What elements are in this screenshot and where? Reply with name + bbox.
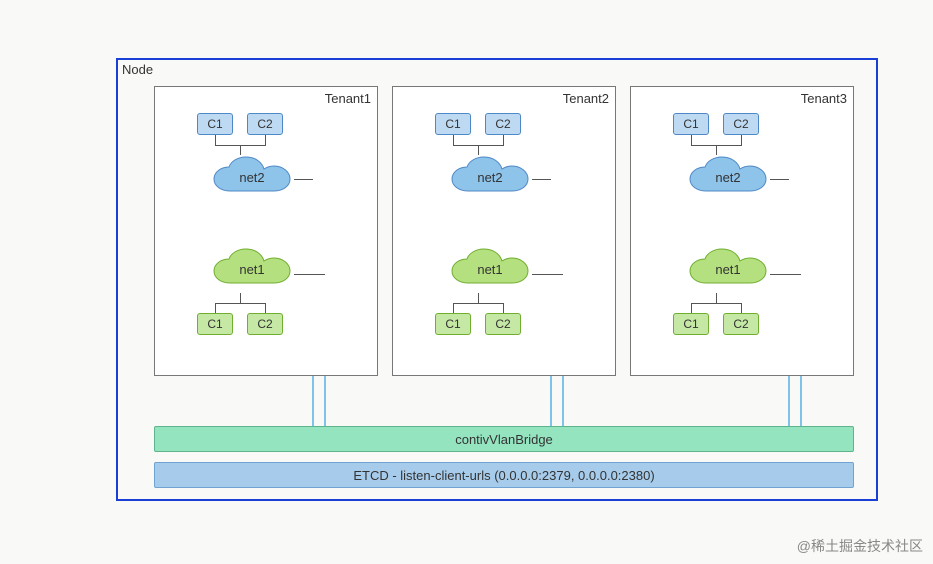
connector bbox=[770, 274, 801, 275]
etcd-label: ETCD - listen-client-urls (0.0.0.0:2379,… bbox=[353, 468, 654, 483]
connector bbox=[770, 179, 789, 180]
cloud-icon: net1 bbox=[448, 247, 532, 293]
connector bbox=[453, 303, 504, 304]
net-label: net2 bbox=[239, 170, 264, 185]
cloud-icon: net1 bbox=[686, 247, 770, 293]
connector bbox=[478, 145, 479, 155]
container-label: C1 bbox=[445, 317, 460, 331]
container-box: C1 bbox=[435, 113, 471, 135]
connector bbox=[741, 303, 742, 313]
tenants-row: Tenant1 C1 C2 net2 net1 C1 C2 bbox=[154, 86, 854, 376]
tenant-box-1: Tenant1 C1 C2 net2 net1 C1 C2 bbox=[154, 86, 378, 376]
container-box: C1 bbox=[435, 313, 471, 335]
connector bbox=[503, 303, 504, 313]
cloud-icon: net2 bbox=[448, 155, 532, 201]
container-box: C2 bbox=[723, 313, 759, 335]
connector bbox=[215, 303, 266, 304]
connector bbox=[294, 274, 325, 275]
connector bbox=[691, 303, 742, 304]
connector bbox=[532, 179, 551, 180]
connector bbox=[265, 135, 266, 145]
net-label: net1 bbox=[715, 262, 740, 277]
connector bbox=[453, 135, 454, 145]
connector bbox=[716, 293, 717, 303]
connector bbox=[503, 135, 504, 145]
connector bbox=[453, 303, 454, 313]
connector bbox=[265, 303, 266, 313]
net-label: net1 bbox=[477, 262, 502, 277]
etcd-bar: ETCD - listen-client-urls (0.0.0.0:2379,… bbox=[154, 462, 854, 488]
connector bbox=[240, 145, 241, 155]
tenant-label: Tenant1 bbox=[325, 91, 371, 106]
tenant-box-2: Tenant2 C1 C2 net2 net1 C1 C2 bbox=[392, 86, 616, 376]
node-label: Node bbox=[122, 62, 153, 77]
net-label: net1 bbox=[239, 262, 264, 277]
container-box: C2 bbox=[247, 313, 283, 335]
connector bbox=[240, 293, 241, 303]
connector bbox=[741, 135, 742, 145]
container-box: C2 bbox=[723, 113, 759, 135]
container-label: C1 bbox=[683, 317, 698, 331]
cloud-icon: net2 bbox=[686, 155, 770, 201]
container-box: C2 bbox=[485, 313, 521, 335]
net-label: net2 bbox=[477, 170, 502, 185]
net-label: net2 bbox=[715, 170, 740, 185]
connector bbox=[691, 303, 692, 313]
contiv-vlan-bridge-bar: contivVlanBridge bbox=[154, 426, 854, 452]
container-label: C1 bbox=[445, 117, 460, 131]
container-box: C1 bbox=[197, 113, 233, 135]
container-box: C1 bbox=[197, 313, 233, 335]
container-label: C2 bbox=[257, 317, 272, 331]
container-box: C2 bbox=[247, 113, 283, 135]
container-label: C1 bbox=[207, 317, 222, 331]
container-box: C1 bbox=[673, 113, 709, 135]
container-label: C2 bbox=[495, 117, 510, 131]
cloud-icon: net2 bbox=[210, 155, 294, 201]
connector bbox=[215, 135, 216, 145]
connector bbox=[716, 145, 717, 155]
connector bbox=[532, 274, 563, 275]
container-label: C1 bbox=[207, 117, 222, 131]
diagram-canvas: Node Tenant1 C1 C2 net2 net1 bbox=[116, 58, 878, 501]
tenant-label: Tenant2 bbox=[563, 91, 609, 106]
container-label: C2 bbox=[733, 317, 748, 331]
tenant-box-3: Tenant3 C1 C2 net2 net1 C1 C2 bbox=[630, 86, 854, 376]
container-label: C2 bbox=[257, 117, 272, 131]
connector bbox=[215, 303, 216, 313]
container-box: C2 bbox=[485, 113, 521, 135]
bridge-label: contivVlanBridge bbox=[455, 432, 553, 447]
container-label: C1 bbox=[683, 117, 698, 131]
connector bbox=[478, 293, 479, 303]
tenant-label: Tenant3 bbox=[801, 91, 847, 106]
watermark-text: @稀土掘金技术社区 bbox=[797, 536, 923, 556]
cloud-icon: net1 bbox=[210, 247, 294, 293]
container-label: C2 bbox=[495, 317, 510, 331]
container-label: C2 bbox=[733, 117, 748, 131]
container-box: C1 bbox=[673, 313, 709, 335]
connector bbox=[294, 179, 313, 180]
connector bbox=[691, 135, 692, 145]
